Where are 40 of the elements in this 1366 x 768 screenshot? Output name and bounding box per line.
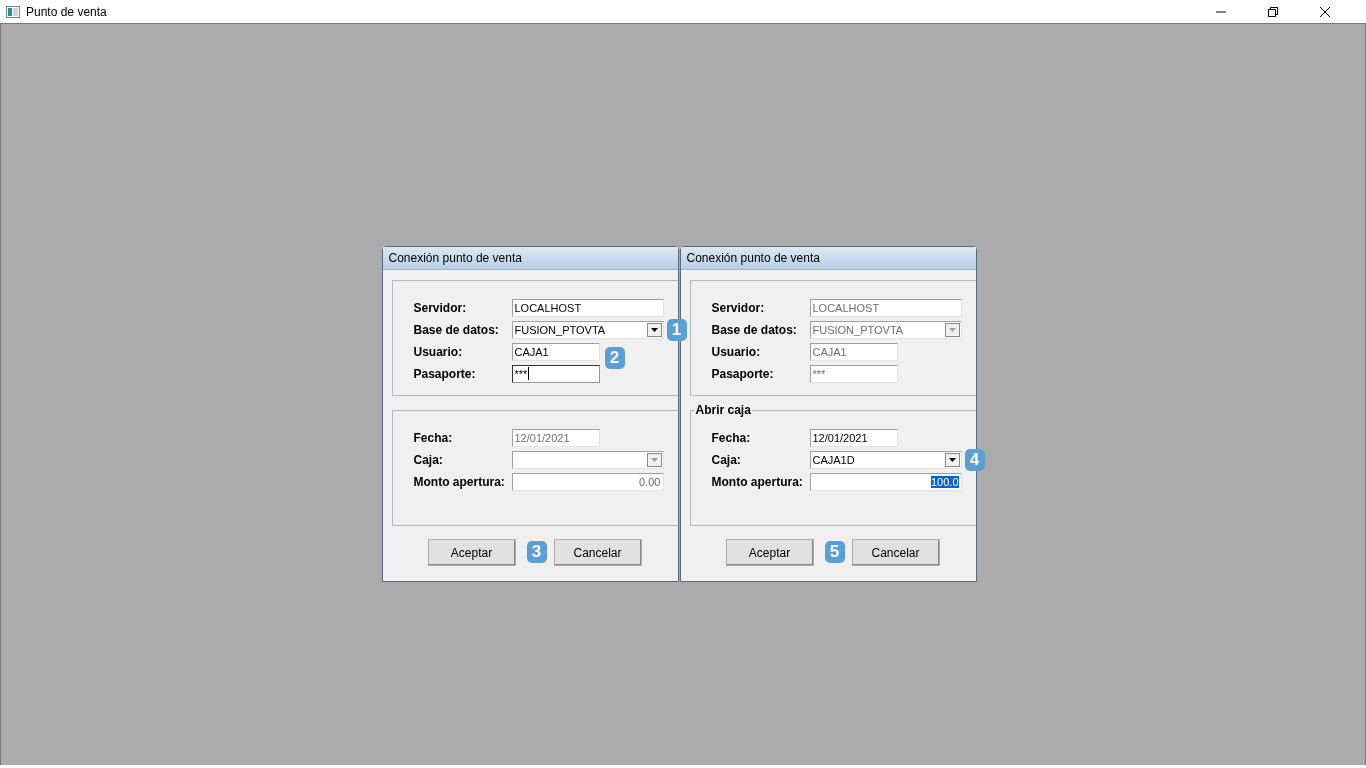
caret-icon xyxy=(948,457,956,462)
field-label: Base de datos: xyxy=(413,322,500,337)
input-field[interactable]: 100.0 xyxy=(809,472,962,491)
input-field[interactable]: 12/01/2021 xyxy=(809,428,898,447)
field-label: Monto apertura: xyxy=(711,474,804,489)
group-title: Abrir caja xyxy=(694,403,752,417)
field-label: Base de datos: xyxy=(711,322,798,337)
field-label: Caja: xyxy=(413,452,444,467)
input-field[interactable]: LOCALHOST xyxy=(511,298,664,317)
field-label: Fecha: xyxy=(413,430,454,445)
number-badge: 1 xyxy=(666,318,687,341)
field-label: Monto apertura: xyxy=(413,474,506,489)
dropdown-button[interactable] xyxy=(944,452,960,467)
field-label: Pasaporte: xyxy=(711,366,775,381)
dialog-button[interactable]: Aceptar xyxy=(725,539,814,566)
app-icon xyxy=(6,5,20,18)
dropdown-button[interactable] xyxy=(646,322,662,337)
caret-icon xyxy=(650,457,658,462)
dialog-button[interactable]: Cancelar xyxy=(553,539,642,566)
dialog-button[interactable]: Aceptar xyxy=(427,539,516,566)
number-badge: 4 xyxy=(964,448,985,471)
field-label: Caja: xyxy=(711,452,742,467)
number-badge: 5 xyxy=(824,541,845,563)
field-label: Usuario: xyxy=(711,344,762,359)
field-label: Servidor: xyxy=(413,300,468,315)
close-icon[interactable] xyxy=(1320,6,1330,17)
field-label: Servidor: xyxy=(711,300,766,315)
window-title: Punto de venta xyxy=(26,4,107,19)
field-label: Pasaporte: xyxy=(413,366,477,381)
input-field[interactable]: *** xyxy=(511,364,600,383)
dialog-title: Conexión punto de venta xyxy=(686,251,820,265)
number-badge: 2 xyxy=(604,346,625,369)
dialog-button[interactable]: Cancelar xyxy=(851,539,940,566)
dialog-title: Conexión punto de venta xyxy=(388,251,522,265)
field-label: Fecha: xyxy=(711,430,752,445)
caret-icon xyxy=(948,327,956,332)
restore-icon[interactable] xyxy=(1268,6,1278,17)
number-badge: 3 xyxy=(526,541,547,563)
field-label: Usuario: xyxy=(413,344,464,359)
caret-icon xyxy=(650,327,658,332)
